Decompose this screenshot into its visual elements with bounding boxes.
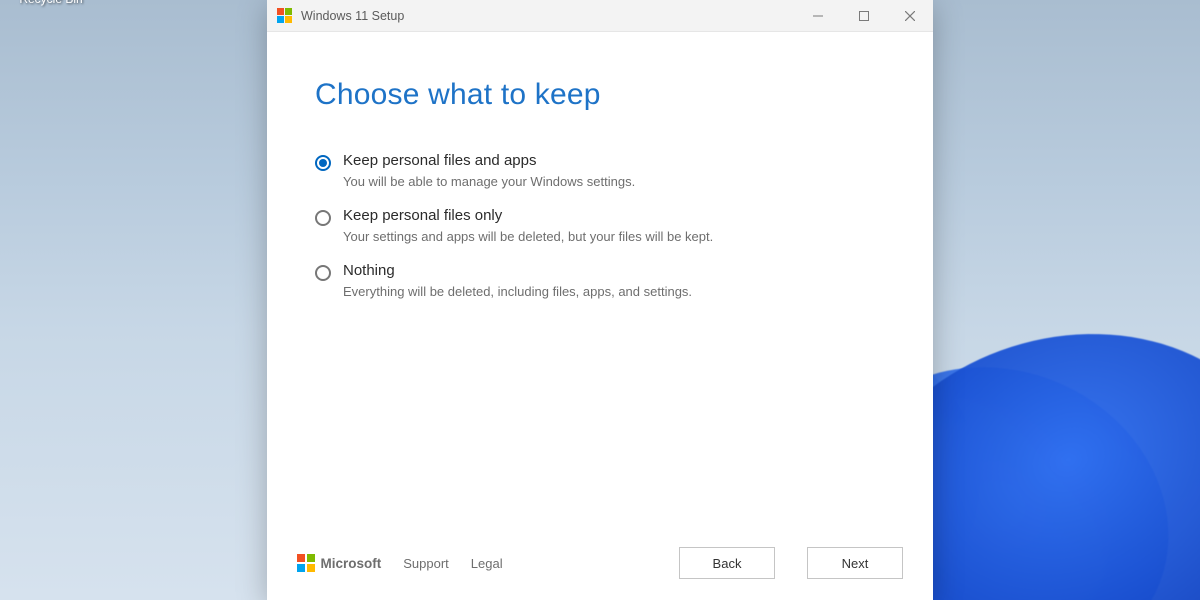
microsoft-logo: Microsoft	[297, 554, 381, 572]
support-link[interactable]: Support	[403, 556, 449, 571]
recycle-bin-label: Recycle Bin	[12, 0, 90, 6]
option-nothing[interactable]: Nothing Everything will be deleted, incl…	[315, 262, 885, 299]
option-keep-files-only[interactable]: Keep personal files only Your settings a…	[315, 207, 885, 244]
option-desc: Your settings and apps will be deleted, …	[343, 229, 713, 244]
next-button[interactable]: Next	[807, 547, 903, 579]
legal-link[interactable]: Legal	[471, 556, 503, 571]
minimize-button[interactable]	[795, 0, 841, 32]
setup-window: Windows 11 Setup Choose what to keep Kee…	[267, 0, 933, 600]
window-title: Windows 11 Setup	[301, 9, 404, 23]
option-desc: Everything will be deleted, including fi…	[343, 284, 692, 299]
page-title: Choose what to keep	[315, 78, 885, 112]
app-icon	[277, 8, 293, 24]
setup-content: Choose what to keep Keep personal files …	[267, 32, 933, 526]
close-button[interactable]	[887, 0, 933, 32]
option-title: Nothing	[343, 262, 692, 279]
option-title: Keep personal files only	[343, 207, 713, 224]
options-group: Keep personal files and apps You will be…	[315, 152, 885, 299]
footer: Microsoft Support Legal Back Next	[267, 526, 933, 600]
radio-icon	[315, 155, 331, 171]
back-button[interactable]: Back	[679, 547, 775, 579]
option-title: Keep personal files and apps	[343, 152, 635, 169]
radio-icon	[315, 265, 331, 281]
maximize-button[interactable]	[841, 0, 887, 32]
radio-icon	[315, 210, 331, 226]
microsoft-logo-icon	[297, 554, 315, 572]
titlebar[interactable]: Windows 11 Setup	[267, 0, 933, 32]
microsoft-logo-text: Microsoft	[321, 556, 382, 571]
desktop-background: Recycle Bin Windows 11 Setup Choose wha	[0, 0, 1200, 600]
recycle-bin[interactable]: Recycle Bin	[12, 0, 90, 6]
option-keep-files-apps[interactable]: Keep personal files and apps You will be…	[315, 152, 885, 189]
option-desc: You will be able to manage your Windows …	[343, 174, 635, 189]
